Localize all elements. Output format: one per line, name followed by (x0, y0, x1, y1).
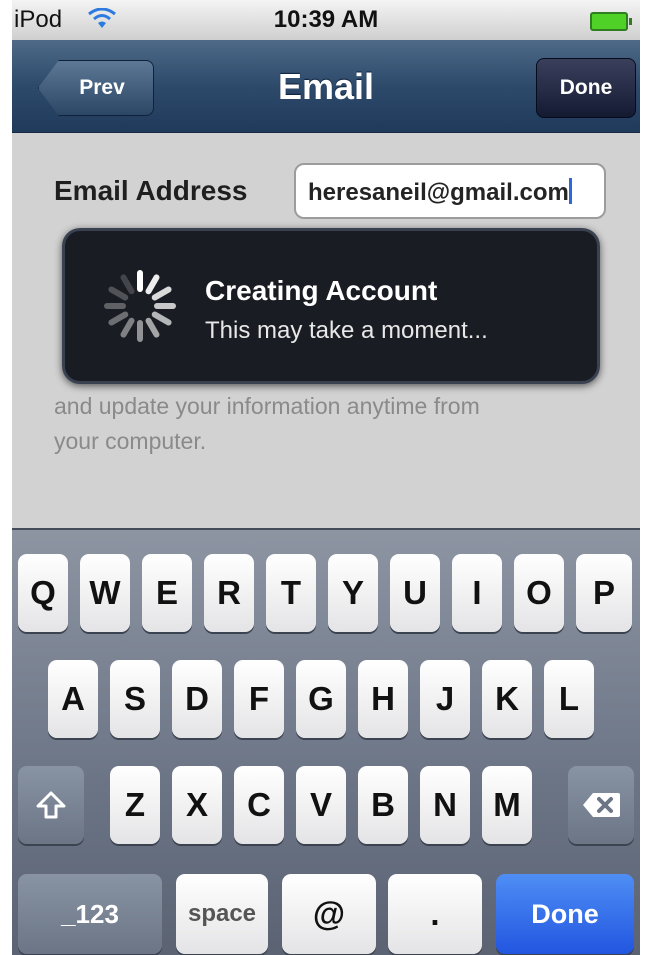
key-h[interactable]: H (358, 660, 408, 738)
keyboard-done-button[interactable]: Done (496, 874, 634, 954)
key-k[interactable]: K (482, 660, 532, 738)
key-a[interactable]: A (48, 660, 98, 738)
hud-subtitle: This may take a moment... (205, 317, 488, 344)
key-q[interactable]: Q (18, 554, 68, 632)
shift-key[interactable] (18, 766, 84, 844)
hud-title: Creating Account (205, 275, 438, 306)
info-text-line-2: your computer. (54, 428, 207, 454)
key-c[interactable]: C (234, 766, 284, 844)
email-field[interactable]: heresaneil@gmail.com (294, 163, 606, 219)
at-key[interactable]: @ (282, 874, 376, 954)
key-r[interactable]: R (204, 554, 254, 632)
email-label: Email Address (54, 175, 248, 206)
key-y[interactable]: Y (328, 554, 378, 632)
space-key[interactable]: space (176, 874, 268, 954)
progress-hud: Creating Account This may take a moment.… (62, 228, 600, 384)
key-z[interactable]: Z (110, 766, 160, 844)
key-n[interactable]: N (420, 766, 470, 844)
key-o[interactable]: O (514, 554, 564, 632)
key-f[interactable]: F (234, 660, 284, 738)
key-j[interactable]: J (420, 660, 470, 738)
key-p[interactable]: P (576, 554, 632, 632)
key-m[interactable]: M (482, 766, 532, 844)
key-x[interactable]: X (172, 766, 222, 844)
key-v[interactable]: V (296, 766, 346, 844)
key-g[interactable]: G (296, 660, 346, 738)
key-i[interactable]: I (452, 554, 502, 632)
done-button[interactable]: Done (536, 58, 636, 118)
key-w[interactable]: W (80, 554, 130, 632)
backspace-key[interactable] (568, 766, 634, 844)
info-text-line-1: and update your information anytime from (54, 393, 480, 419)
battery-icon (590, 12, 632, 31)
shift-arrow-icon (36, 791, 66, 819)
backspace-icon (583, 793, 620, 817)
status-bar: iPod 10:39 AM (12, 0, 640, 40)
numbers-key[interactable]: _123 (18, 874, 162, 954)
key-e[interactable]: E (142, 554, 192, 632)
phone-screen: iPod 10:39 AM Prev Email Done Email Addr… (12, 0, 640, 955)
key-b[interactable]: B (358, 766, 408, 844)
nav-bar: Prev Email Done (12, 40, 640, 133)
text-cursor (568, 178, 572, 204)
key-t[interactable]: T (266, 554, 316, 632)
key-u[interactable]: U (390, 554, 440, 632)
email-value: heresaneil@gmail.com (308, 179, 569, 206)
status-time: 10:39 AM (273, 6, 379, 33)
key-l[interactable]: L (544, 660, 594, 738)
spinner-icon (101, 267, 179, 345)
dot-key[interactable]: . (388, 874, 482, 954)
key-s[interactable]: S (110, 660, 160, 738)
key-d[interactable]: D (172, 660, 222, 738)
keyboard: Q W E R T Y U I O P A S D F G H J K L Z … (12, 528, 640, 955)
